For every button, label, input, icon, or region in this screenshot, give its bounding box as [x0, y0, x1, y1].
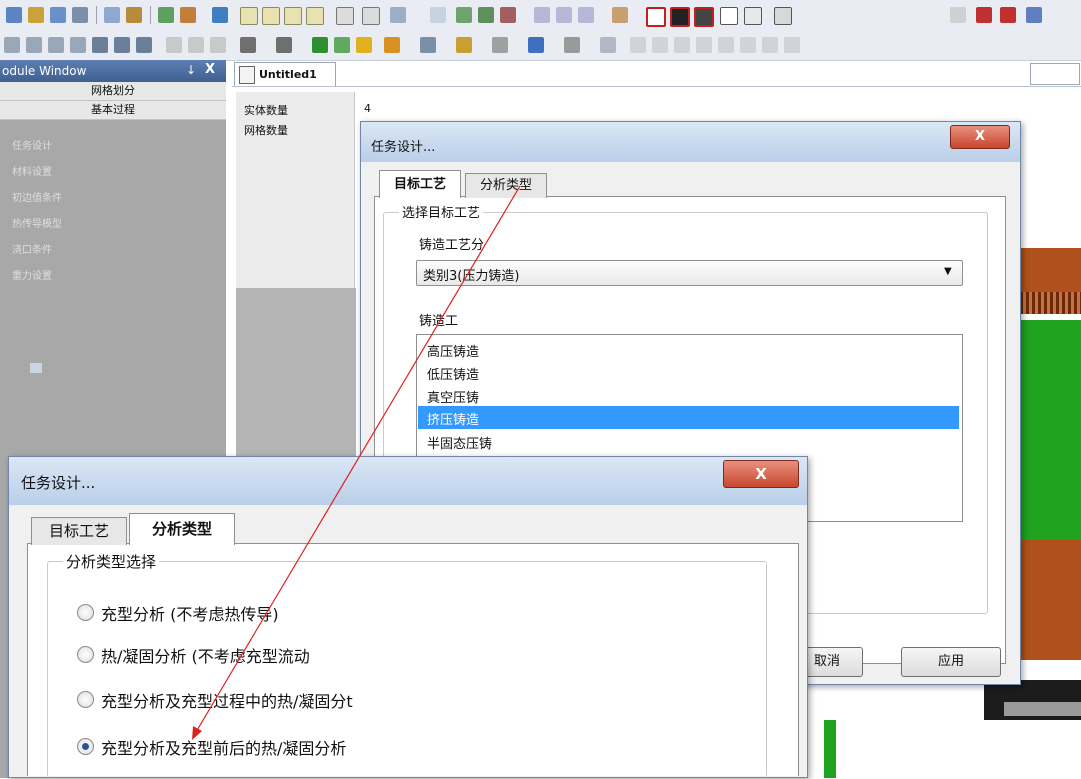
annotation-arrow	[192, 185, 521, 740]
annotation-arrowhead	[192, 726, 202, 740]
annotation-arrow-line	[195, 185, 521, 733]
